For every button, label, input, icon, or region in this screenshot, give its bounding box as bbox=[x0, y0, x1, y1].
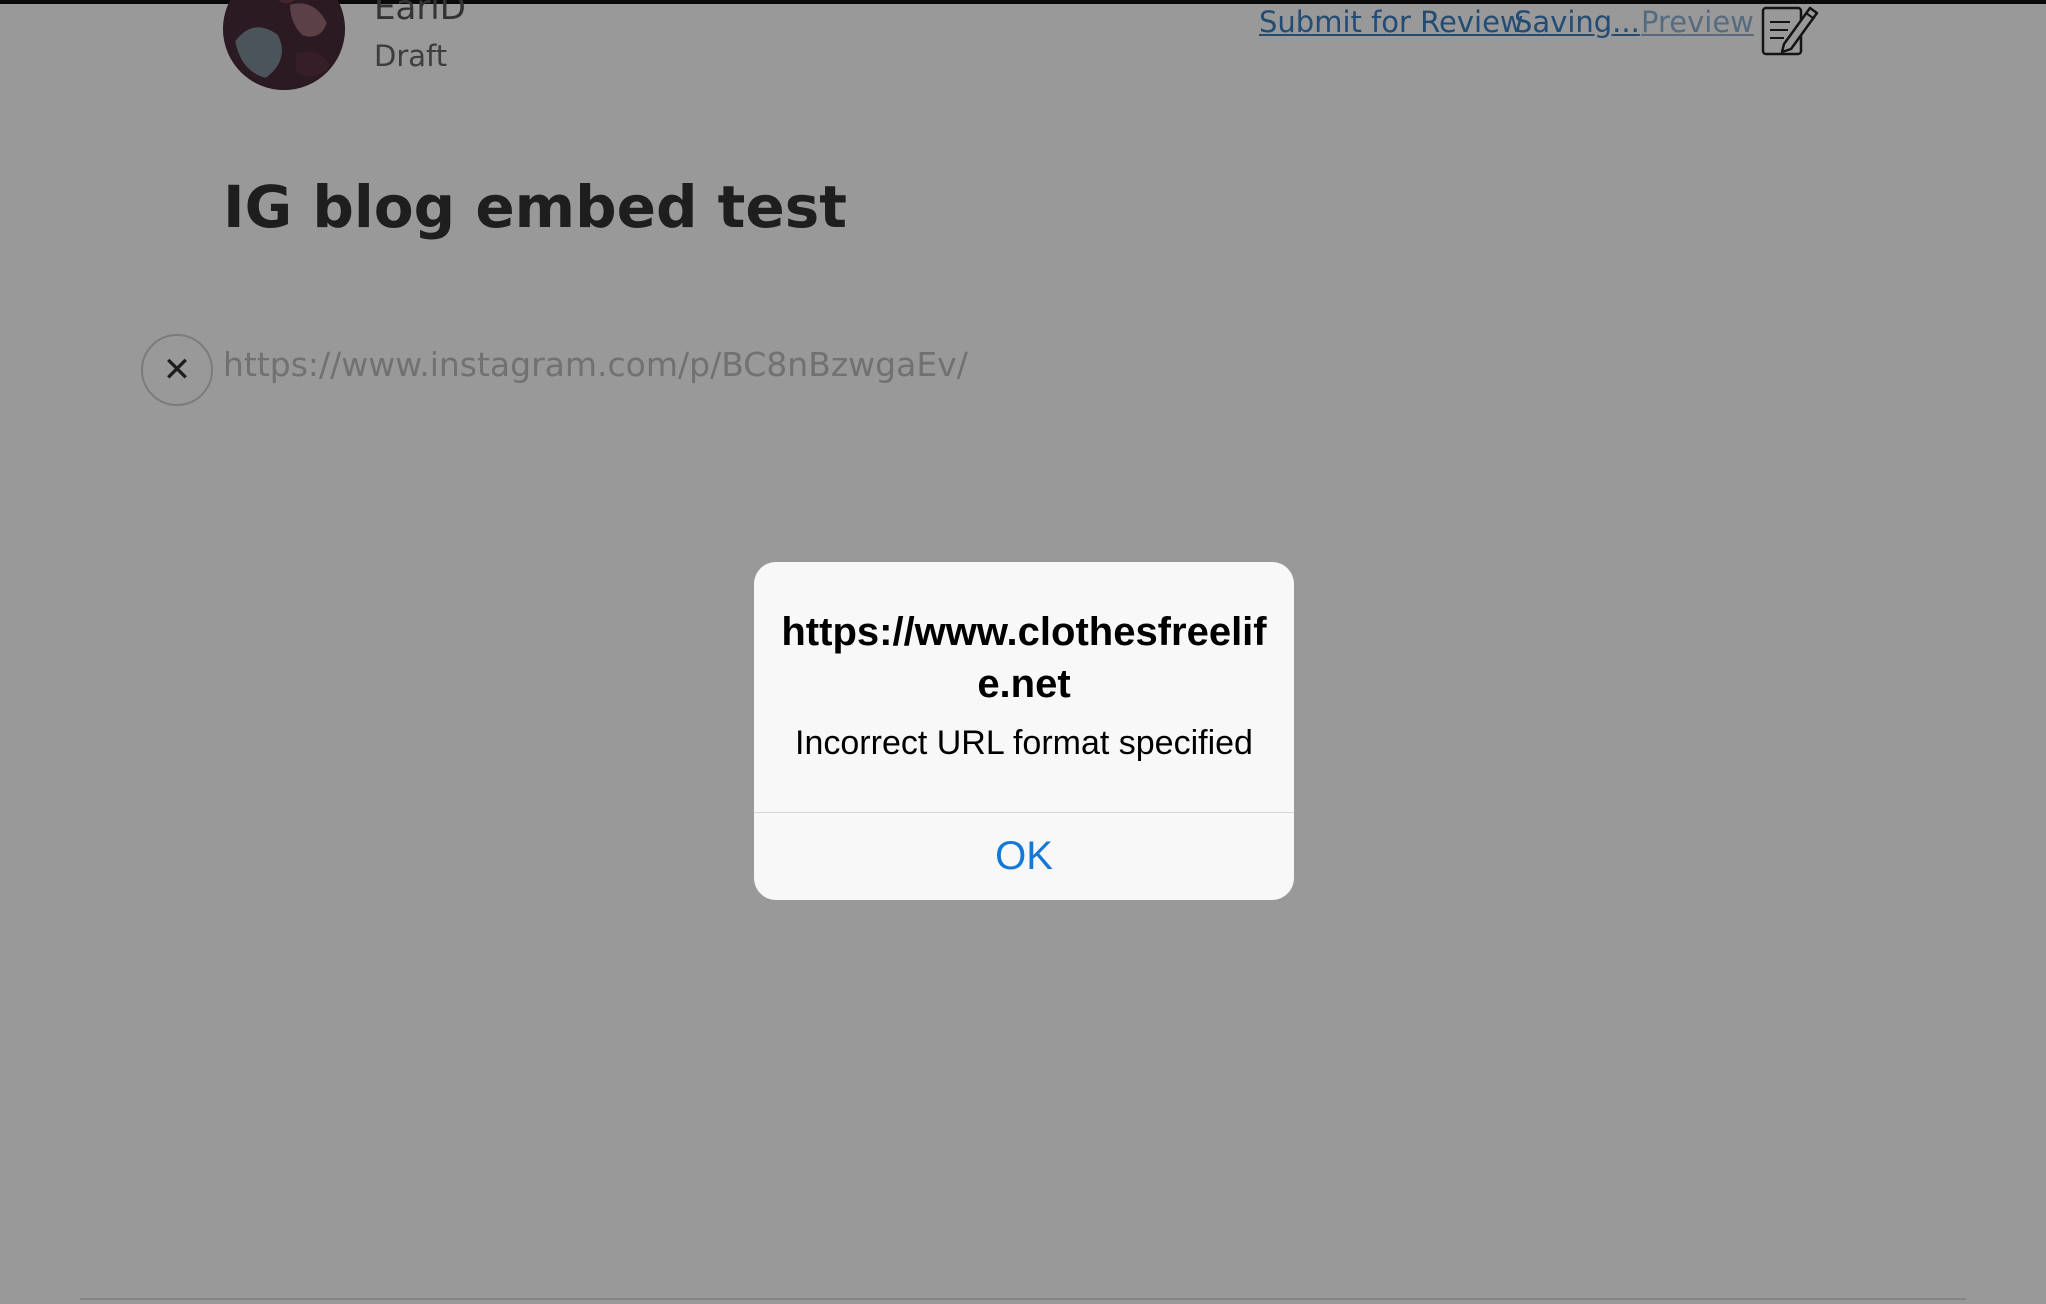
alert-title: https://www.clothesfreelife.net bbox=[781, 610, 1267, 706]
ok-button[interactable]: OK bbox=[754, 813, 1294, 900]
editor-page: EarlD Draft Submit for Review Saving... … bbox=[0, 0, 2046, 1304]
alert-dialog: https://www.clothesfreelife.net Incorrec… bbox=[754, 562, 1294, 900]
alert-message: Incorrect URL format specified bbox=[795, 724, 1253, 762]
